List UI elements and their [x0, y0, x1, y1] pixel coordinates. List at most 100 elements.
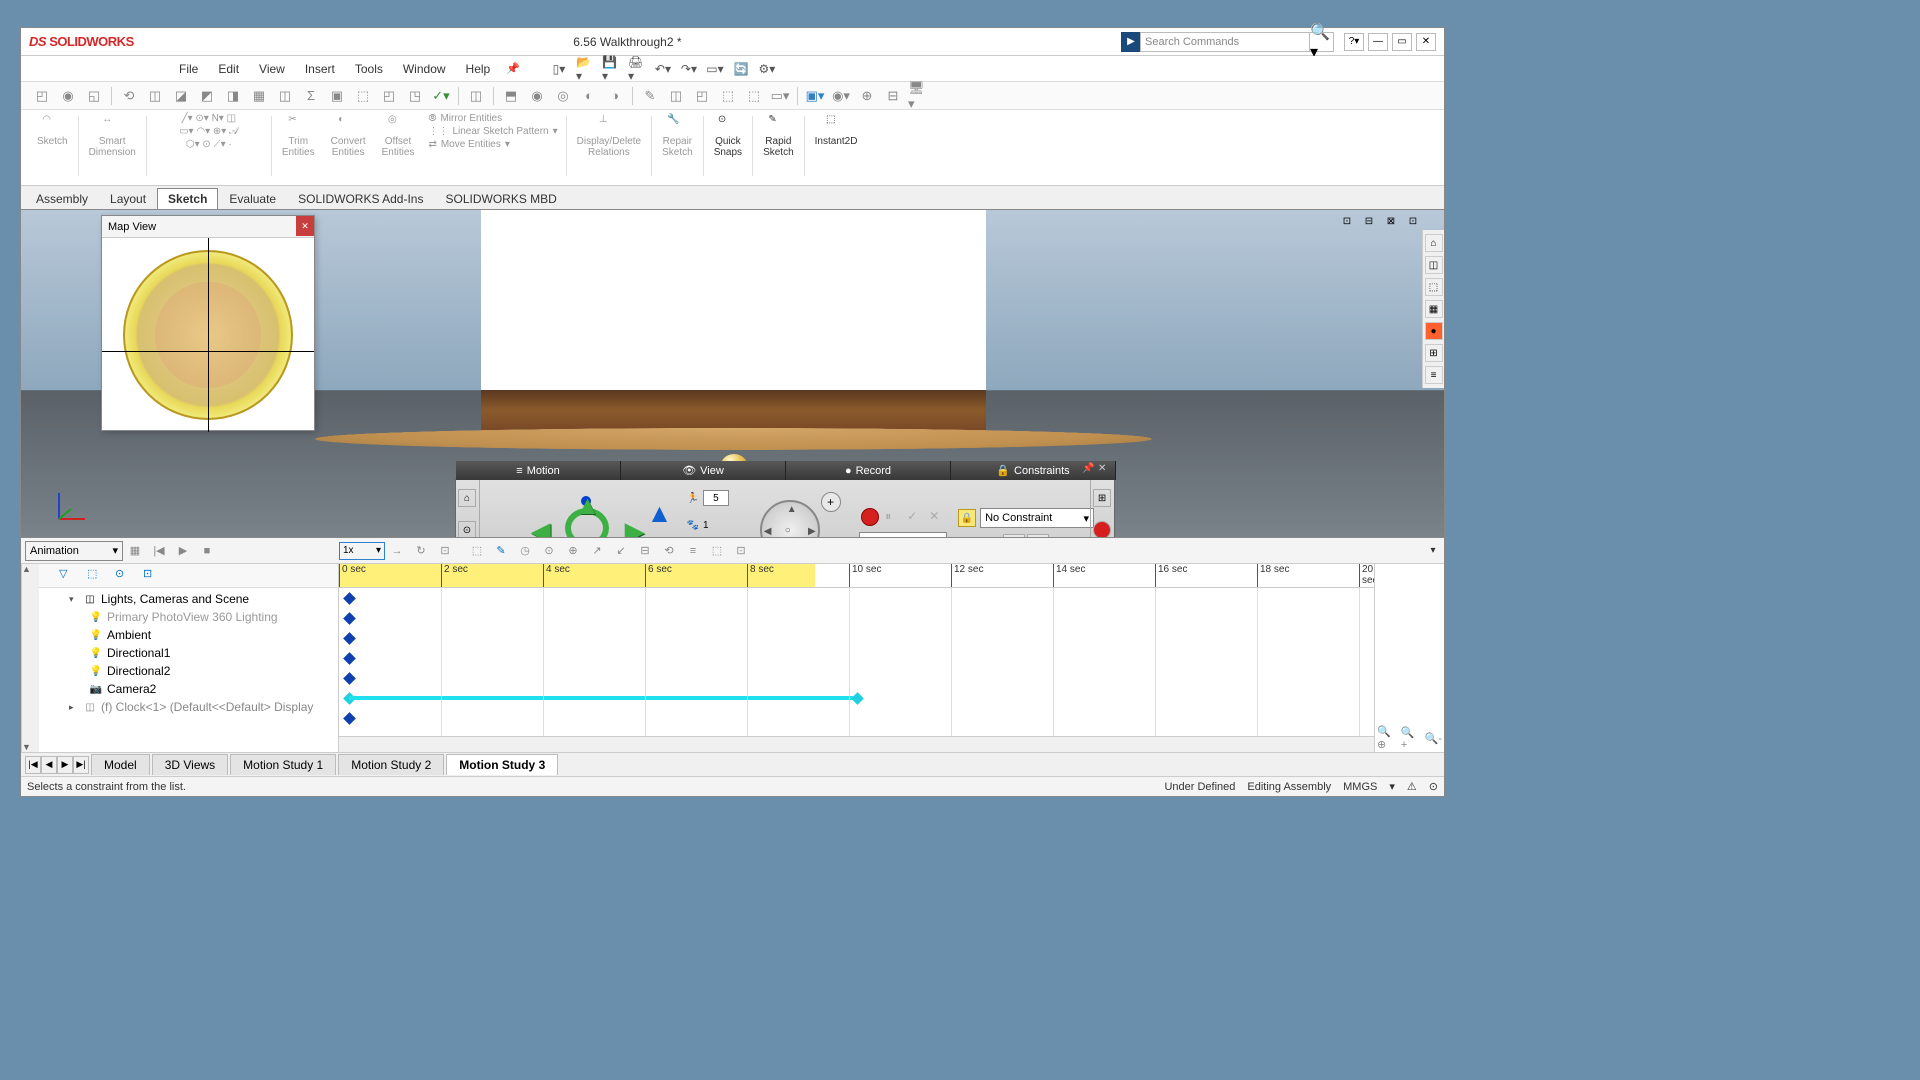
menu-window[interactable]: Window [393, 62, 456, 76]
tab-sketch[interactable]: Sketch [157, 188, 218, 209]
collapse-panel[interactable]: ▾ [1426, 544, 1440, 558]
status-settings-icon[interactable]: ⊙ [1429, 780, 1438, 793]
save-button[interactable]: 💾▾ [602, 60, 620, 78]
poly-tool[interactable]: ⬡▾ ⊙ ⟋▾ · [186, 138, 232, 151]
pause-button[interactable]: ⏸ [885, 509, 901, 525]
zoom-out-tl[interactable]: 🔍- [1425, 728, 1442, 748]
tt-btn[interactable]: ⊡ [143, 567, 163, 585]
tool-icon[interactable]: ⊟ [882, 85, 904, 107]
help-button[interactable]: ?▾ [1344, 33, 1364, 51]
tool-icon[interactable]: ▣ [326, 85, 348, 107]
rt-home[interactable]: ⌂ [1425, 234, 1443, 252]
tool-icon[interactable]: ◨ [222, 85, 244, 107]
offset-button[interactable]: ◎Offset Entities [380, 112, 417, 160]
map-view-close[interactable]: ✕ [296, 216, 314, 236]
wt-add-button[interactable]: ⊞ [1093, 489, 1111, 507]
rt-btn[interactable]: ◫ [1425, 256, 1443, 274]
tt-btn[interactable]: ⊙ [115, 567, 135, 585]
tool-icon[interactable]: ◰ [378, 85, 400, 107]
tool-icon[interactable]: Σ [300, 85, 322, 107]
zoom-in[interactable]: + [821, 492, 841, 512]
move-right[interactable]: ▶ [625, 516, 645, 538]
maximize-button[interactable]: ▭ [1392, 33, 1412, 51]
select-button[interactable]: ▭▾ [706, 60, 724, 78]
tab-nav-first[interactable]: |◀ [25, 756, 41, 774]
tab-nav-next[interactable]: ▶ [57, 756, 73, 774]
mirror-button[interactable]: ⦾ Mirror Entities [428, 112, 502, 125]
display-relations-button[interactable]: ⊥Display/Delete Relations [575, 112, 643, 160]
zoom-fit[interactable]: 🔍⊕ [1377, 728, 1393, 748]
tool-icon[interactable]: ◫ [665, 85, 687, 107]
tool-icon[interactable]: ◰ [31, 85, 53, 107]
menu-insert[interactable]: Insert [295, 62, 345, 76]
timeline-rows[interactable] [339, 588, 1374, 736]
tree-item[interactable]: 💡Directional2 [39, 662, 338, 680]
close-button[interactable]: ✕ [1416, 33, 1436, 51]
wt-tab-view[interactable]: 👁 View [621, 461, 786, 480]
mt-btn[interactable]: ↙ [611, 541, 631, 561]
print-button[interactable]: 🖨▾ [628, 60, 646, 78]
undo-button[interactable]: ↶▾ [654, 60, 672, 78]
move-left[interactable]: ◀ [531, 516, 551, 538]
tool-icon[interactable]: ⊕ [856, 85, 878, 107]
mt-btn[interactable]: ⊡ [731, 541, 751, 561]
trim-button[interactable]: ✂Trim Entities [280, 112, 317, 160]
mt-btn[interactable]: ↻ [411, 541, 431, 561]
timeline-hscroll[interactable] [339, 736, 1374, 752]
move-forward[interactable]: ▲ [575, 490, 601, 521]
tree-item[interactable]: 💡Ambient [39, 626, 338, 644]
tt-btn[interactable]: ⬚ [87, 567, 107, 585]
pin-icon[interactable]: 📌 [506, 62, 520, 75]
tool-icon[interactable]: ⬚ [352, 85, 374, 107]
mt-btn[interactable]: ⬚ [467, 541, 487, 561]
linear-pattern-button[interactable]: ⋮⋮ Linear Sketch Pattern ▾ [428, 125, 557, 138]
menu-help[interactable]: Help [456, 62, 501, 76]
btab-ms2[interactable]: Motion Study 2 [338, 754, 444, 775]
wt-close-icon[interactable]: ✕ [1098, 463, 1112, 477]
wt-rec-side[interactable] [1093, 521, 1111, 537]
wt-home-button[interactable]: ⌂ [458, 489, 476, 507]
rapid-sketch-button[interactable]: ✎Rapid Sketch [761, 112, 796, 160]
rebuild-button[interactable]: 🔄 [732, 60, 750, 78]
tool-icon[interactable]: ✎ [639, 85, 661, 107]
convert-button[interactable]: ◐Convert Entities [329, 112, 368, 160]
tab-evaluate[interactable]: Evaluate [218, 188, 287, 209]
move-down[interactable]: ▼ [647, 531, 673, 537]
rect-tool[interactable]: ▭▾ ◠▾ ⊕▾ 𝒜 [179, 125, 238, 138]
tool-icon[interactable]: ▭▾ [769, 85, 791, 107]
rt-btn[interactable]: ⬚ [1425, 278, 1443, 296]
tree-item[interactable]: 💡Primary PhotoView 360 Lighting [39, 608, 338, 626]
tool-icon[interactable]: ⬚ [743, 85, 765, 107]
tool-icon[interactable]: ◳ [404, 85, 426, 107]
tab-nav-last[interactable]: ▶| [73, 756, 89, 774]
options-button[interactable]: ⚙▾ [758, 60, 776, 78]
search-input[interactable]: Search Commands [1140, 32, 1310, 52]
tool-icon[interactable]: ◩ [196, 85, 218, 107]
tree-overflow[interactable]: ▸◫(f) Clock<1> (Default<<Default> Displa… [39, 698, 338, 716]
tool-icon[interactable]: ◪ [170, 85, 192, 107]
mt-btn[interactable]: ◷ [515, 541, 535, 561]
vp-btn[interactable]: ⊟ [1360, 212, 1378, 230]
speed-input[interactable] [703, 490, 729, 506]
mt-play[interactable]: ▶ [173, 541, 193, 561]
record-button[interactable] [861, 508, 879, 526]
smart-dimension-button[interactable]: ↔Smart Dimension [87, 112, 138, 160]
time-display[interactable] [859, 532, 947, 537]
redo-button[interactable]: ↷▾ [680, 60, 698, 78]
mt-btn[interactable]: ⬚ [707, 541, 727, 561]
wt-record-button[interactable]: ⊙ [458, 521, 476, 537]
tool-icon[interactable]: ◫ [465, 85, 487, 107]
rt-btn[interactable]: ⊞ [1425, 344, 1443, 362]
orientation-triad[interactable] [51, 487, 91, 527]
search-button[interactable]: 🔍▾ [1310, 32, 1334, 52]
status-warning-icon[interactable]: ⚠ [1407, 780, 1417, 793]
menu-file[interactable]: File [169, 62, 208, 76]
minimize-button[interactable]: — [1368, 33, 1388, 51]
animation-mode-dropdown[interactable]: Animation▾ [25, 541, 123, 561]
tab-layout[interactable]: Layout [99, 188, 157, 209]
tool-icon[interactable]: ◱ [83, 85, 105, 107]
mt-btn[interactable]: ↗ [587, 541, 607, 561]
wt-tab-motion[interactable]: ≡ Motion [456, 461, 621, 480]
mt-btn[interactable]: ⊙ [539, 541, 559, 561]
mt-btn[interactable]: ⊕ [563, 541, 583, 561]
